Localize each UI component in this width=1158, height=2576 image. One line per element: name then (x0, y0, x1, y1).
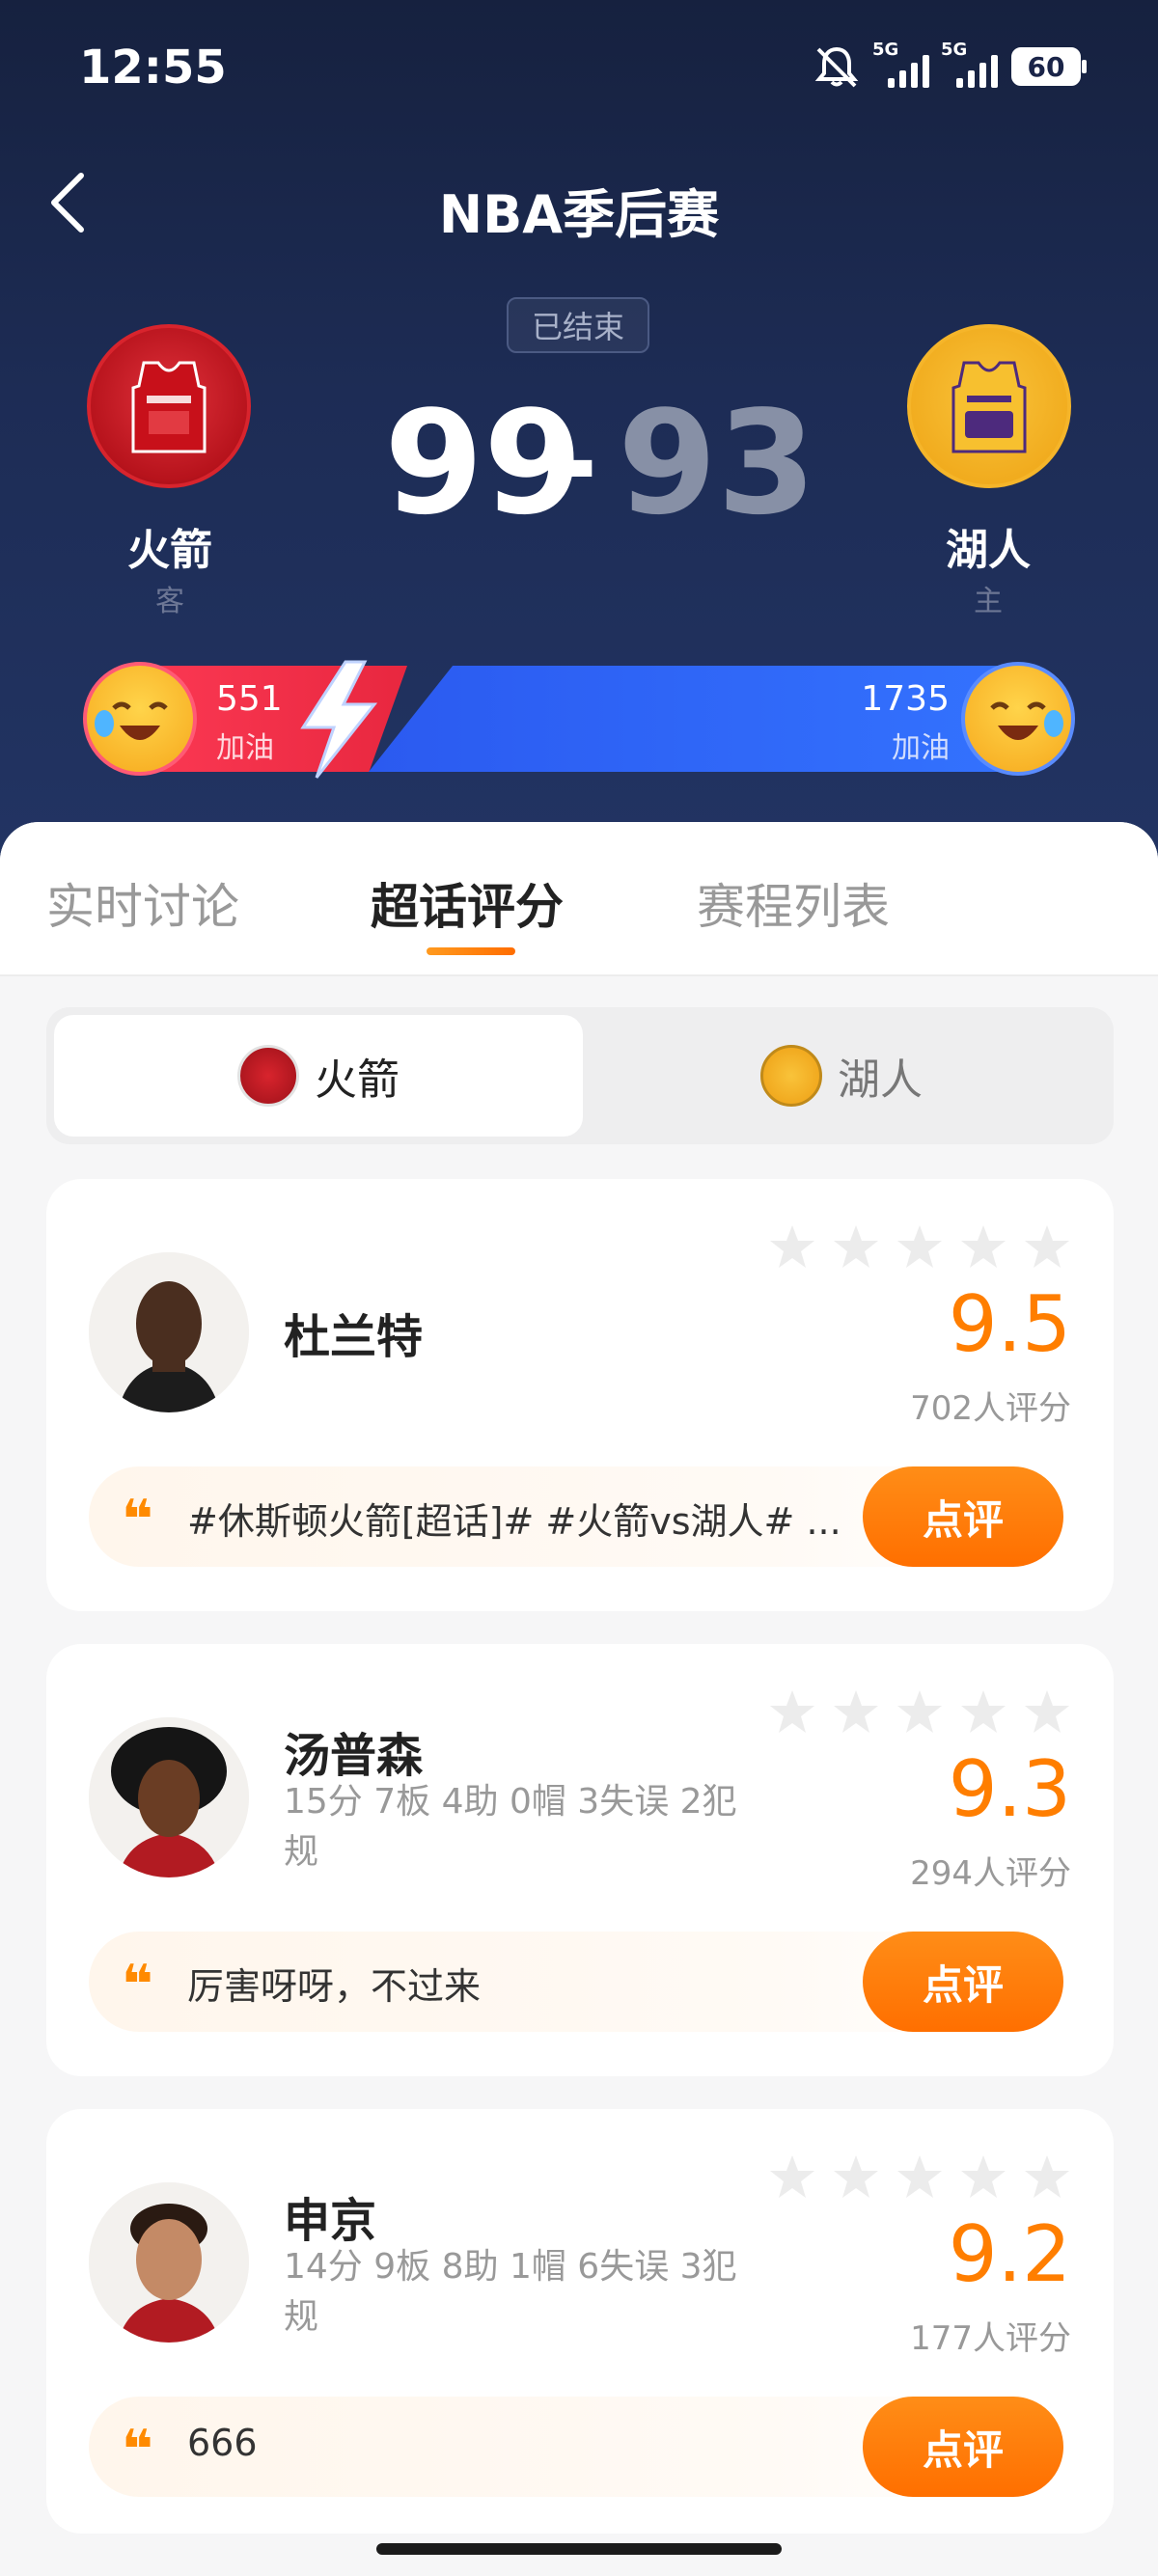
review-button[interactable]: 点评 (863, 2397, 1063, 2497)
away-cheer-label: 加油 (216, 731, 274, 765)
star-icon (897, 1225, 942, 1268)
rating-count: 294人评分 (910, 1854, 1071, 1893)
star-icon (961, 2155, 1006, 2198)
page-title: NBA季后赛 (438, 184, 720, 245)
score-separator: - (550, 396, 598, 530)
player-avatar (89, 1252, 249, 1412)
away-cheer-count: 551 (216, 679, 283, 719)
battery-icon: 60 (1011, 47, 1087, 86)
status-bar: 12:55 5G 5G 60 (0, 0, 1158, 145)
player-name: 杜兰特 (284, 1310, 424, 1364)
away-team-name: 火箭 (127, 526, 212, 575)
player-name: 申京 (284, 2194, 377, 2248)
comment-bar[interactable]: ❝ 厉害呀呀，不过来 点评 (89, 1932, 1063, 2032)
lakers-logo[interactable] (907, 324, 1071, 488)
comment-text: #休斯顿火箭[超话]# #火箭vs湖人# ... (187, 1500, 841, 1543)
quote-icon: ❝ (122, 2419, 153, 2481)
status-icons: 5G 5G 60 (813, 40, 1087, 91)
player-avatar (89, 2182, 249, 2343)
comment-text: 666 (187, 2422, 258, 2464)
signal-icon: 5G (872, 40, 929, 88)
player-card[interactable]: 汤普森 15分 7板 4助 0帽 3失误 2犯规 9.3 294人评分 ❝ 厉害… (46, 1644, 1114, 2076)
rating-count: 177人评分 (910, 2319, 1071, 2358)
cheer-bar: 551 加油 1735 加油 (83, 660, 1075, 779)
comment-text: 厉害呀呀，不过来 (187, 1965, 482, 2008)
signal-icon: 5G (941, 40, 998, 88)
player-name: 汤普森 (284, 1729, 424, 1783)
player-avatar (89, 1717, 249, 1877)
cheer-emoji-icon (961, 662, 1075, 776)
review-button[interactable]: 点评 (863, 1466, 1063, 1567)
star-icon (961, 1225, 1006, 1268)
jersey-icon (131, 361, 207, 453)
home-score: 93 (618, 380, 816, 546)
comment-bar[interactable]: ❝ 666 点评 (89, 2397, 1063, 2497)
review-button[interactable]: 点评 (863, 1932, 1063, 2032)
home-indicator[interactable] (376, 2543, 782, 2555)
jersey-icon (951, 361, 1027, 453)
player-rating: 9.3 (948, 1744, 1071, 1834)
home-cheer-count: 1735 (861, 679, 950, 719)
mute-bell-icon (814, 46, 859, 88)
star-icon (961, 1690, 1006, 1733)
rating-count: 702人评分 (910, 1389, 1071, 1428)
player-card[interactable]: 申京 14分 9板 8助 1帽 6失误 3犯规 9.2 177人评分 ❝ 666… (46, 2109, 1114, 2534)
status-time: 12:55 (79, 41, 227, 95)
star-icon (1025, 1225, 1069, 1268)
cheer-emoji-icon (83, 662, 197, 776)
star-icon (770, 2155, 814, 2198)
quote-icon: ❝ (122, 1954, 153, 2016)
home-team-role: 主 (974, 585, 1003, 618)
team-toggle: 火箭 湖人 (46, 1007, 1114, 1144)
active-tab-indicator (427, 947, 515, 955)
away-team-role: 客 (155, 585, 184, 618)
star-icon (834, 1690, 878, 1733)
star-icon (1025, 1690, 1069, 1733)
toggle-lakers[interactable]: 湖人 (577, 1015, 1106, 1137)
star-icon (897, 1690, 942, 1733)
lakers-logo-icon (760, 1045, 822, 1107)
toggle-lakers-label: 湖人 (838, 1055, 923, 1105)
quote-icon: ❝ (122, 1489, 153, 1551)
player-stats: 14分 9板 8助 1帽 6失误 3犯规 (284, 2247, 737, 2337)
star-icon (897, 2155, 942, 2198)
player-stats: 15分 7板 4助 0帽 3失误 2犯规 (284, 1782, 737, 1872)
star-icon (834, 1225, 878, 1268)
tab-rating[interactable]: 超话评分 (371, 868, 564, 938)
star-icon (770, 1225, 814, 1268)
player-card[interactable]: 杜兰特 9.5 702人评分 ❝ #休斯顿火箭[超话]# #火箭vs湖人# ..… (46, 1179, 1114, 1611)
tab-schedule[interactable]: 赛程列表 (697, 868, 890, 938)
toggle-rockets[interactable]: 火箭 (54, 1015, 583, 1137)
comment-bar[interactable]: ❝ #休斯顿火箭[超话]# #火箭vs湖人# ... 点评 (89, 1466, 1063, 1567)
rockets-logo[interactable] (87, 324, 251, 488)
tab-live-discussion[interactable]: 实时讨论 (46, 868, 239, 938)
player-rating: 9.2 (948, 2209, 1071, 2299)
star-icon (770, 1690, 814, 1733)
match-status-badge: 已结束 (507, 297, 649, 353)
rating-stars[interactable] (768, 2153, 1071, 2202)
rockets-logo-icon (237, 1045, 299, 1107)
lightning-icon (300, 660, 378, 779)
home-cheer-label: 加油 (892, 731, 950, 765)
star-icon (1025, 2155, 1069, 2198)
star-icon (834, 2155, 878, 2198)
player-rating: 9.5 (948, 1279, 1071, 1369)
rating-stars[interactable] (768, 1688, 1071, 1737)
toggle-rockets-label: 火箭 (315, 1055, 400, 1105)
home-team-name: 湖人 (946, 526, 1031, 575)
rating-stars[interactable] (768, 1223, 1071, 1272)
